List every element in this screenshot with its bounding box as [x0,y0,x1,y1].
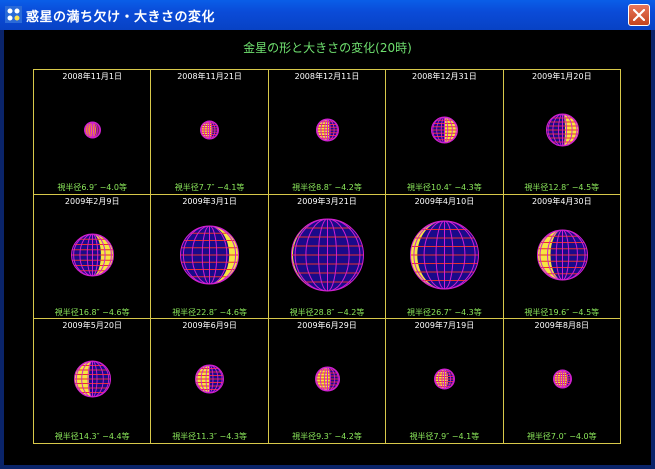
phase-grid: 2008年11月1日 視半径6.9″ −4.0等 2008年11月21日 視半径7.7… [33,69,621,444]
chart-heading: 金星の形と大きさの変化(20時) [243,41,412,55]
cell-magnitude: 視半径11.3″ −4.3等 [172,432,247,442]
phase-cell: 2009年3月1日 視半径22.8″ −4.6等 [151,194,269,320]
cell-magnitude: 視半径28.8″ −4.2等 [289,307,365,317]
venus-disk [180,225,240,285]
phase-cell: 2009年6月9日 視半径11.3″ −4.3等 [151,319,269,443]
venus-disk [431,116,459,144]
venus-disk [74,360,111,398]
venus-disk [552,369,572,389]
venus-disk [84,121,101,139]
cell-magnitude: 視半径9.3″ −4.2等 [292,432,362,442]
cell-magnitude: 視半径19.6″ −4.5等 [524,307,600,317]
app-window: 惑星の満ち欠け・大きさの変化 金星の形と大きさの変化(20時) 2008年11月… [0,0,655,469]
venus-disk [410,220,480,290]
window-title: 惑星の満ち欠け・大きさの変化 [26,10,216,25]
title-bar[interactable]: 惑星の満ち欠け・大きさの変化 [0,0,655,30]
phase-cell: 2009年4月10日 視半径26.7″ −4.3等 [386,194,504,320]
cell-magnitude: 視半径7.9″ −4.1等 [409,432,480,442]
venus-disk [290,218,364,292]
phase-cell: 2009年2月9日 視半径16.8″ −4.6等 [34,194,152,320]
venus-disk [315,118,339,142]
cell-magnitude: 視半径14.3″ −4.4等 [54,432,130,442]
close-icon [633,9,645,21]
phase-cell: 2009年6月29日 視半径9.3″ −4.2等 [269,319,387,443]
venus-disk [71,233,114,277]
cell-magnitude: 視半径10.4″ −4.3等 [406,183,482,192]
cell-magnitude: 視半径22.8″ −4.6等 [172,307,247,317]
cell-magnitude: 視半径6.9″ −4.0等 [57,183,128,192]
venus-disk [195,364,225,394]
phase-cell: 2009年5月20日 視半径14.3″ −4.4等 [34,319,152,443]
close-button[interactable] [628,4,650,26]
phase-cell: 2008年12月31日 視半径10.4″ −4.3等 [386,70,504,195]
cell-magnitude: 視半径8.8″ −4.2等 [292,183,362,192]
phase-cell: 2008年12月11日 視半径8.8″ −4.2等 [268,70,387,195]
phase-cell: 2009年4月30日 視半径19.6″ −4.5等 [503,195,620,320]
venus-disk [536,229,588,281]
venus-disk [200,120,220,140]
phase-cell: 2009年1月20日 視半径12.8″ −4.5等 [503,70,620,195]
phase-cell: 2008年11月1日 視半径6.9″ −4.0等 [34,70,152,195]
venus-disk [434,368,456,390]
cell-magnitude: 視半径7.0″ −4.0等 [526,432,597,442]
cell-magnitude: 視半径26.7″ −4.3等 [406,307,482,317]
cell-magnitude: 視半径12.8″ −4.5等 [524,183,600,192]
cell-magnitude: 視半径16.8″ −4.6等 [54,307,130,317]
phase-cell: 2009年3月21日 視半径28.8″ −4.2等 [268,194,387,320]
venus-disk [545,113,579,147]
phase-cell: 2008年11月21日 視半径7.7″ −4.1等 [151,70,269,195]
venus-disk [314,366,340,392]
app-icon [5,6,22,23]
phase-cell: 2009年8月8日 視半径7.0″ −4.0等 [504,319,620,443]
phase-cell: 2009年7月19日 視半径7.9″ −4.1等 [386,319,504,443]
chart-area: 金星の形と大きさの変化(20時) 2008年11月1日 視半径6.9″ −4.0等… [4,30,651,465]
cell-magnitude: 視半径7.7″ −4.1等 [174,183,245,192]
